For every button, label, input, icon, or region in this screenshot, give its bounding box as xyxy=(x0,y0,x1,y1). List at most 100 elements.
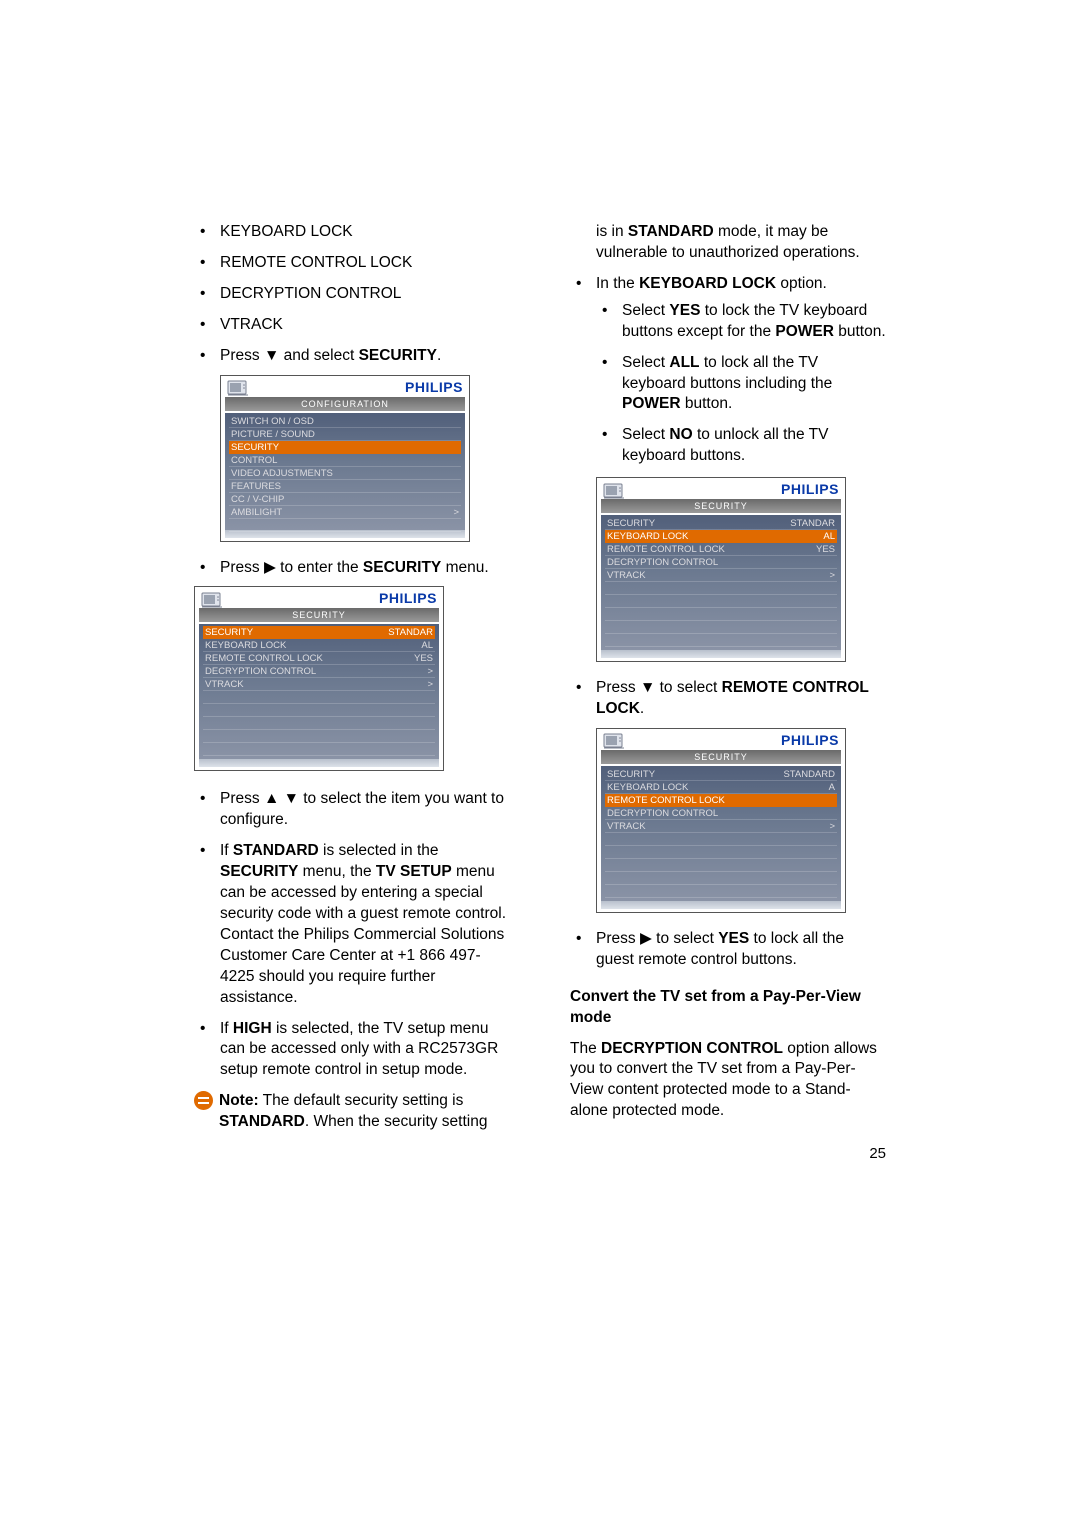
osd-row: REMOTE CONTROL LOCKYES xyxy=(203,652,435,665)
osd-title: CONFIGURATION xyxy=(225,397,465,411)
note-icon xyxy=(194,1091,213,1110)
left-column: KEYBOARD LOCK REMOTE CONTROL LOCK DECRYP… xyxy=(194,222,510,1133)
paragraph: The DECRYPTION CONTROL option allows you… xyxy=(570,1039,886,1123)
text: Press xyxy=(596,930,640,947)
text: menu, the xyxy=(298,863,376,880)
right-arrow-icon: ▶ xyxy=(264,559,276,576)
text: DECRYPTION CONTROL xyxy=(601,1040,783,1057)
osd-row: VTRACK > xyxy=(605,820,837,833)
osd-row-value: > xyxy=(829,569,835,581)
right-arrow-icon: ▶ xyxy=(640,930,652,947)
text: POWER xyxy=(775,323,834,340)
osd-row-empty xyxy=(203,743,435,756)
osd-row-empty xyxy=(203,730,435,743)
text: is selected in the xyxy=(319,842,439,859)
osd-row: DECRYPTION CONTROL xyxy=(605,807,837,820)
osd-title: SECURITY xyxy=(199,608,439,622)
text: KEYBOARD LOCK xyxy=(639,275,776,292)
note-block: Note: The default security setting is ST… xyxy=(194,1091,510,1133)
osd-row: DECRYPTION CONTROL> xyxy=(203,665,435,678)
osd-row: DECRYPTION CONTROL xyxy=(605,556,837,569)
osd-title: SECURITY xyxy=(601,499,841,513)
text: to select xyxy=(652,930,718,947)
text: Select xyxy=(622,426,669,443)
osd-row-value: STANDARD xyxy=(783,768,835,780)
osd-row: KEYBOARD LOCKA xyxy=(605,781,837,794)
text: DECRYPTION CONTROL xyxy=(220,285,401,302)
list-item: Select ALL to lock all the TV keyboard b… xyxy=(596,353,886,416)
text: NO xyxy=(669,426,692,443)
text: menu. xyxy=(441,559,488,576)
osd-row-value: > xyxy=(829,820,835,832)
list-item: If HIGH is selected, the TV setup menu c… xyxy=(194,1019,510,1082)
text: to select xyxy=(655,679,721,696)
osd-panel-security: PHILIPS SECURITY SECURITYSTANDARKEYBOARD… xyxy=(194,586,444,771)
down-arrow-icon: ▼ xyxy=(640,679,655,696)
list-item: Press ▶ to select YES to lock all the gu… xyxy=(570,929,886,971)
tv-icon xyxy=(201,590,223,608)
text: button. xyxy=(681,395,733,412)
osd-row-label: DECRYPTION CONTROL xyxy=(205,665,316,677)
list-item: Press ▲ ▼ to select the item you want to… xyxy=(194,789,510,831)
text: In the xyxy=(596,275,639,292)
text: menu can be accessed by entering a speci… xyxy=(220,863,506,1006)
brand-label: PHILIPS xyxy=(781,731,839,750)
list-item: If STANDARD is selected in the SECURITY … xyxy=(194,841,510,1008)
page-number: 25 xyxy=(869,1145,886,1162)
text: option. xyxy=(776,275,827,292)
osd-row-label: CC / V-CHIP xyxy=(231,493,284,505)
osd-panel-security-remote: PHILIPS SECURITY SECURITYSTANDARDKEYBOAR… xyxy=(596,728,846,913)
osd-row-value: STANDAR xyxy=(790,517,835,529)
osd-row-empty xyxy=(605,846,837,859)
tv-icon xyxy=(227,378,249,396)
osd-row-empty xyxy=(605,859,837,872)
text: Press xyxy=(220,347,264,364)
text: and select xyxy=(279,347,358,364)
osd-row-label: REMOTE CONTROL LOCK xyxy=(607,543,725,555)
list-item: REMOTE CONTROL LOCK xyxy=(194,253,510,274)
brand-label: PHILIPS xyxy=(781,480,839,499)
text: YES xyxy=(718,930,749,947)
text: Select xyxy=(622,302,669,319)
osd-row-label: KEYBOARD LOCK xyxy=(607,530,688,543)
osd-row-empty xyxy=(605,608,837,621)
osd-row-label: VTRACK xyxy=(607,820,646,832)
text: . xyxy=(437,347,441,364)
osd-row: CC / V-CHIP xyxy=(229,493,461,506)
osd-row-value: AL xyxy=(823,530,835,543)
list-item: Press ▼ and select SECURITY. PHILIPS CON… xyxy=(194,346,510,542)
text: The default security setting is xyxy=(259,1092,464,1109)
osd-row-empty xyxy=(605,621,837,634)
osd-row-label: DECRYPTION CONTROL xyxy=(607,807,718,819)
osd-row-label: SECURITY xyxy=(607,517,655,529)
osd-row-empty xyxy=(203,691,435,704)
osd-row: KEYBOARD LOCK AL xyxy=(605,530,837,543)
text: Select xyxy=(622,354,669,371)
text: HIGH xyxy=(233,1020,272,1037)
osd-row-empty xyxy=(605,582,837,595)
osd-row: FEATURES xyxy=(229,480,461,493)
osd-row-label: FEATURES xyxy=(231,480,281,492)
text: SECURITY xyxy=(220,863,298,880)
osd-row-label: VTRACK xyxy=(607,569,646,581)
text: button. xyxy=(834,323,886,340)
osd-row-label: REMOTE CONTROL LOCK xyxy=(607,794,725,807)
osd-row: SECURITY STANDAR xyxy=(605,517,837,530)
brand-label: PHILIPS xyxy=(405,378,463,397)
osd-row: SECURITY xyxy=(229,441,461,454)
osd-row-value: STANDAR xyxy=(388,626,433,639)
osd-row-label: SECURITY xyxy=(205,626,253,639)
section-heading: Convert the TV set from a Pay-Per-View m… xyxy=(570,987,886,1029)
list-item: Press ▼ to select REMOTE CONTROL LOCK. P… xyxy=(570,678,886,913)
osd-row-empty xyxy=(605,634,837,647)
osd-row-empty xyxy=(203,704,435,717)
list-item: DECRYPTION CONTROL xyxy=(194,284,510,305)
osd-row: SWITCH ON / OSD xyxy=(229,415,461,428)
osd-row-value: A xyxy=(829,781,835,793)
osd-row-label: PICTURE / SOUND xyxy=(231,428,315,440)
osd-row: REMOTE CONTROL LOCKYES xyxy=(605,543,837,556)
osd-row-value: YES xyxy=(414,652,433,664)
osd-row-empty xyxy=(203,717,435,730)
text: KEYBOARD LOCK xyxy=(220,223,353,240)
text: is in xyxy=(596,223,628,240)
